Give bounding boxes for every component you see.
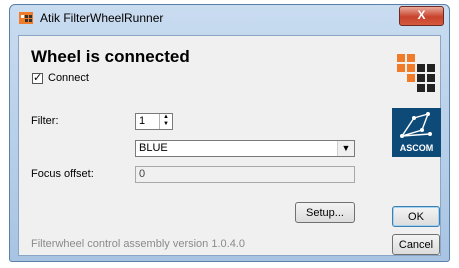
filter-name-value: BLUE — [139, 142, 168, 154]
dialog-window: Atik FilterWheelRunner X Wheel is connec… — [9, 4, 450, 262]
app-icon — [19, 12, 33, 24]
setup-button[interactable]: Setup... — [295, 202, 355, 223]
atik-logo-icon — [397, 54, 435, 92]
stepper-down-icon[interactable]: ▼ — [160, 121, 172, 128]
connect-label: Connect — [48, 72, 89, 84]
connect-checkbox-row[interactable]: Connect — [32, 71, 89, 84]
connection-status-heading: Wheel is connected — [31, 47, 190, 66]
stepper-arrows[interactable]: ▲ ▼ — [159, 114, 172, 129]
filter-number-stepper[interactable]: 1 ▲ ▼ — [135, 113, 173, 130]
ascom-logo: ASCOM — [392, 108, 441, 157]
ascom-logo-text: ASCOM — [399, 143, 434, 153]
dialog-body: Wheel is connected Connect Filter: 1 ▲ ▼… — [18, 35, 441, 256]
connect-checkbox[interactable] — [32, 71, 43, 84]
ascom-star-icon — [400, 112, 432, 138]
cancel-button[interactable]: Cancel — [392, 234, 440, 255]
filter-name-select[interactable]: BLUE ▼ — [135, 140, 355, 157]
chevron-down-icon[interactable]: ▼ — [337, 141, 354, 156]
version-text: Filterwheel control assembly version 1.0… — [31, 238, 245, 250]
window-title: Atik FilterWheelRunner — [40, 11, 164, 25]
focus-offset-field[interactable]: 0 — [135, 166, 355, 183]
focus-offset-value: 0 — [139, 168, 146, 180]
focus-offset-label: Focus offset: — [31, 168, 94, 180]
title-bar[interactable]: Atik FilterWheelRunner X — [10, 5, 449, 31]
close-button[interactable]: X — [399, 6, 444, 26]
stepper-up-icon[interactable]: ▲ — [160, 114, 172, 121]
filter-label: Filter: — [31, 115, 59, 127]
ok-button[interactable]: OK — [392, 206, 440, 227]
close-icon: X — [417, 8, 426, 22]
filter-number-value: 1 — [139, 115, 146, 127]
